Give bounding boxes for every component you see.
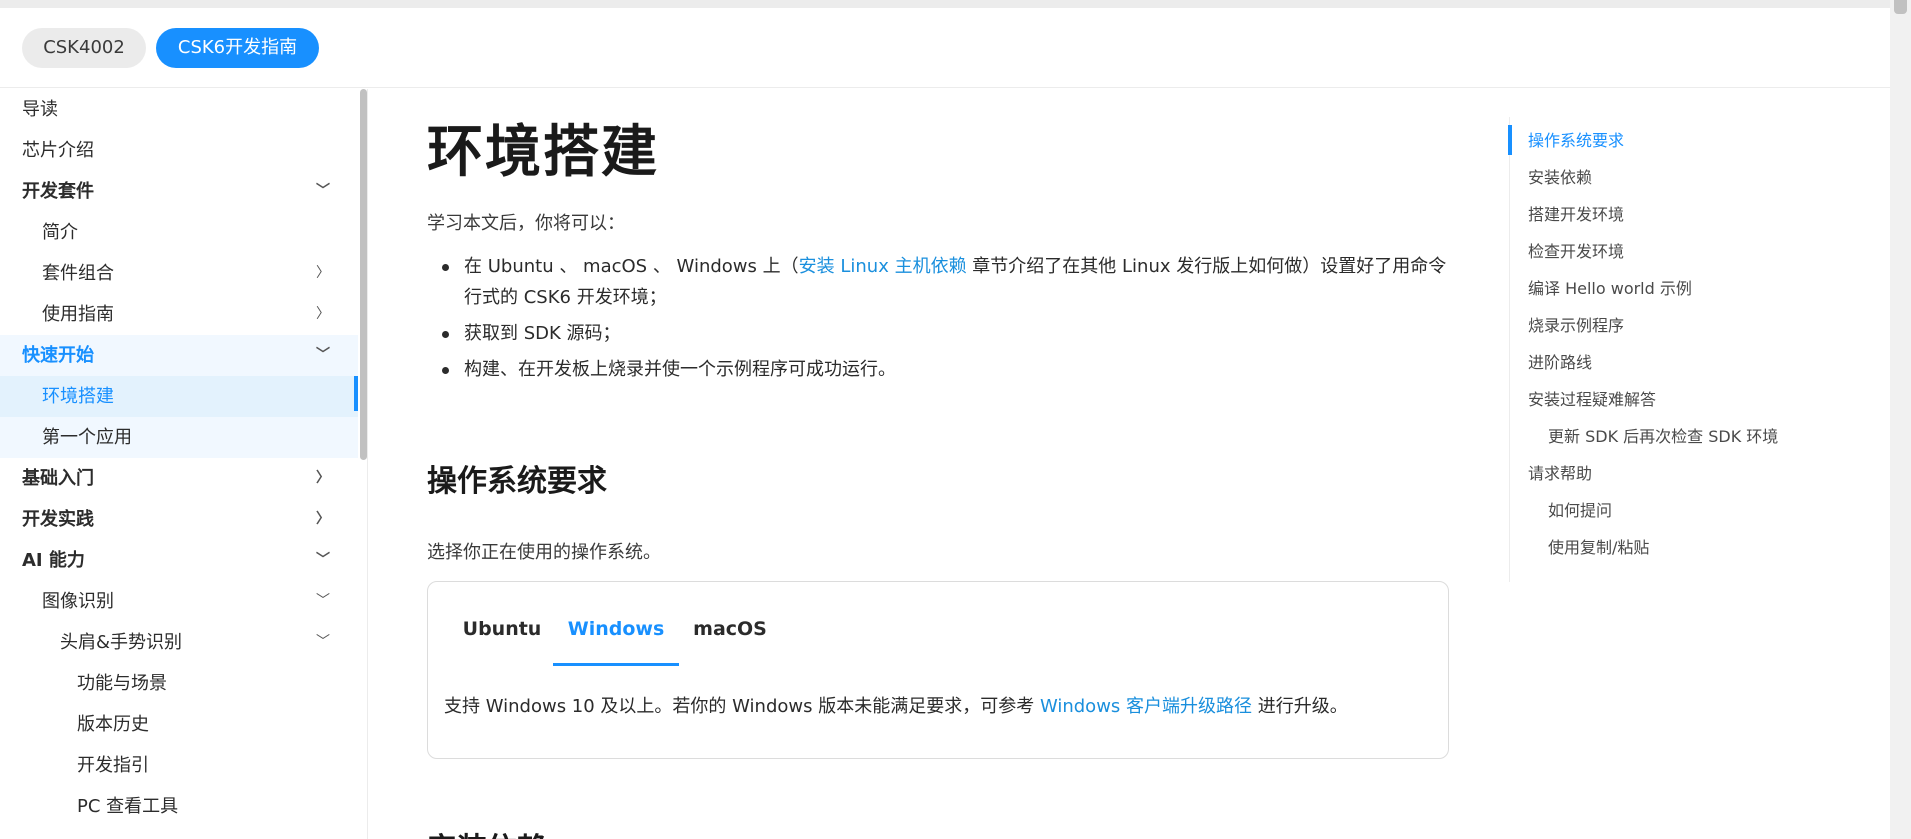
install-linux-deps-link[interactable]: 安装 Linux 主机依赖 bbox=[799, 256, 967, 277]
sidebar-item-label: 开发套件 bbox=[22, 181, 94, 202]
sidebar-item-features[interactable]: 功能与场景 bbox=[0, 663, 358, 704]
sidebar-item-label: 芯片介绍 bbox=[22, 140, 94, 161]
sidebar-item-head-gesture[interactable]: 头肩&手势识别 ﹀ bbox=[0, 622, 358, 663]
toc-active-marker bbox=[1508, 125, 1512, 155]
sidebar-item-dev-guide[interactable]: 开发指引 bbox=[0, 745, 358, 786]
sidebar-item-dev-practice[interactable]: 开发实践 〉 bbox=[0, 499, 358, 540]
sidebar-item-label: 套件组合 bbox=[42, 263, 114, 284]
sidebar-item-chip[interactable]: 芯片介绍 bbox=[0, 130, 358, 171]
sidebar-item-env-setup[interactable]: 环境搭建 bbox=[0, 376, 358, 417]
sidebar-nav: 导读 芯片介绍 开发套件 ﹀ 简介 套件组合 〉 使用指南 〉 快速开始 ﹀ 环… bbox=[0, 89, 368, 839]
os-tabs-panel: Ubuntu Windows macOS 支持 Windows 10 及以上。若… bbox=[427, 581, 1449, 759]
toc-item-get-help[interactable]: 请求帮助 bbox=[1528, 460, 1592, 484]
goal-text: 在 Ubuntu 、 macOS 、 Windows 上（ bbox=[464, 256, 799, 277]
toc-item-advanced-path[interactable]: 进阶路线 bbox=[1528, 349, 1592, 373]
toc-item-how-to-ask[interactable]: 如何提问 bbox=[1548, 497, 1612, 521]
sidebar-item-label: 基础入门 bbox=[22, 468, 94, 489]
list-item: 获取到 SDK 源码； bbox=[427, 318, 1449, 349]
toc-item-flash-sample[interactable]: 烧录示例程序 bbox=[1528, 312, 1624, 336]
sidebar-item-label: 环境搭建 bbox=[42, 386, 114, 407]
sidebar-item-pc-viewer[interactable]: PC 查看工具 bbox=[0, 786, 358, 827]
sidebar-item-label: 图像识别 bbox=[42, 591, 114, 612]
chevron-down-icon: ﹀ bbox=[316, 183, 330, 199]
list-item: 构建、在开发板上烧录并使一个示例程序可成功运行。 bbox=[427, 354, 1449, 385]
chevron-right-icon: 〉 bbox=[316, 306, 330, 322]
sidebar-item-label: 功能与场景 bbox=[77, 673, 167, 694]
sidebar-item-intro[interactable]: 导读 bbox=[0, 89, 358, 130]
sidebar-item-label: 第一个应用 bbox=[42, 427, 132, 448]
sidebar-item-quick-start[interactable]: 快速开始 ﹀ bbox=[0, 335, 358, 376]
sidebar-item-label: 开发指引 bbox=[77, 755, 149, 776]
sidebar-item-usage-guide[interactable]: 使用指南 〉 bbox=[0, 294, 358, 335]
sidebar-item-kit-combo[interactable]: 套件组合 〉 bbox=[0, 253, 358, 294]
section-heading-os-requirements: 操作系统要求 bbox=[427, 464, 607, 499]
chevron-down-icon: ﹀ bbox=[316, 634, 330, 650]
sidebar-item-label: 版本历史 bbox=[77, 714, 149, 735]
toc-item-recheck-sdk[interactable]: 更新 SDK 后再次检查 SDK 环境 bbox=[1548, 423, 1778, 447]
windows-requirement-text: 支持 Windows 10 及以上。若你的 Windows 版本未能满足要求，可… bbox=[444, 692, 1348, 718]
top-bar: CSK4002 CSK6开发指南 bbox=[0, 0, 1890, 88]
toc-item-install-deps[interactable]: 安装依赖 bbox=[1528, 164, 1592, 188]
intro-text: 学习本文后，你将可以： bbox=[427, 213, 625, 234]
sidebar-item-basics[interactable]: 基础入门 〉 bbox=[0, 458, 358, 499]
chevron-right-icon: 〉 bbox=[316, 470, 330, 486]
sidebar-item-label: PC 查看工具 bbox=[77, 796, 179, 817]
product-tab-csk4002[interactable]: CSK4002 bbox=[22, 28, 146, 68]
sidebar-item-label: AI 能力 bbox=[22, 550, 85, 571]
chevron-right-icon: 〉 bbox=[316, 511, 330, 527]
toc-item-os-requirements[interactable]: 操作系统要求 bbox=[1528, 127, 1624, 151]
toc-item-check-env[interactable]: 检查开发环境 bbox=[1528, 238, 1624, 262]
page-scrollbar[interactable] bbox=[1890, 0, 1911, 839]
sidebar-item-dev-kit[interactable]: 开发套件 ﹀ bbox=[0, 171, 358, 212]
choose-os-text: 选择你正在使用的操作系统。 bbox=[427, 542, 661, 563]
product-tab-csk6[interactable]: CSK6开发指南 bbox=[156, 28, 319, 68]
sidebar-item-label: 开发实践 bbox=[22, 509, 94, 530]
page-scrollbar-thumb[interactable] bbox=[1894, 0, 1907, 14]
table-of-contents: 操作系统要求 安装依赖 搭建开发环境 检查开发环境 编译 Hello world… bbox=[1508, 117, 1849, 582]
requirement-text: 支持 Windows 10 及以上。若你的 Windows 版本未能满足要求，可… bbox=[444, 696, 1040, 717]
sidebar-item-version-history[interactable]: 版本历史 bbox=[0, 704, 358, 745]
sidebar-item-first-app[interactable]: 第一个应用 bbox=[0, 417, 358, 458]
chevron-right-icon: 〉 bbox=[316, 265, 330, 281]
sidebar-item-label: 导读 bbox=[22, 99, 58, 120]
sidebar-item-label: 简介 bbox=[42, 222, 78, 243]
tab-windows[interactable]: Windows bbox=[553, 604, 679, 666]
chevron-down-icon: ﹀ bbox=[316, 347, 330, 363]
active-item-marker bbox=[354, 376, 358, 411]
list-item: 在 Ubuntu 、 macOS 、 Windows 上（安装 Linux 主机… bbox=[427, 251, 1449, 313]
toc-item-compile-hello[interactable]: 编译 Hello world 示例 bbox=[1528, 275, 1692, 299]
toc-item-copy-paste[interactable]: 使用复制/粘贴 bbox=[1548, 534, 1649, 558]
tab-ubuntu[interactable]: Ubuntu bbox=[447, 604, 557, 654]
chevron-down-icon: ﹀ bbox=[316, 552, 330, 568]
sidebar-item-overview[interactable]: 简介 bbox=[0, 212, 358, 253]
section-heading-install-deps: 安装依赖 bbox=[427, 824, 547, 839]
page-title: 环境搭建 bbox=[427, 120, 659, 185]
sidebar-item-label: 使用指南 bbox=[42, 304, 114, 325]
sidebar-item-label: 快速开始 bbox=[22, 345, 94, 366]
goals-list: 在 Ubuntu 、 macOS 、 Windows 上（安装 Linux 主机… bbox=[427, 251, 1449, 390]
toc-item-troubleshooting[interactable]: 安装过程疑难解答 bbox=[1528, 386, 1656, 410]
requirement-text: 进行升级。 bbox=[1252, 696, 1348, 717]
chevron-down-icon: ﹀ bbox=[316, 593, 330, 609]
sidebar-scrollbar-thumb[interactable] bbox=[360, 89, 367, 460]
sidebar-scrollbar[interactable] bbox=[359, 89, 367, 839]
tab-macos[interactable]: macOS bbox=[680, 604, 780, 654]
sidebar-item-image-recognition[interactable]: 图像识别 ﹀ bbox=[0, 581, 358, 622]
sidebar-item-ai[interactable]: AI 能力 ﹀ bbox=[0, 540, 358, 581]
toc-item-build-env[interactable]: 搭建开发环境 bbox=[1528, 201, 1624, 225]
sidebar-item-label: 头肩&手势识别 bbox=[60, 632, 183, 653]
windows-upgrade-link[interactable]: Windows 客户端升级路径 bbox=[1040, 696, 1252, 717]
